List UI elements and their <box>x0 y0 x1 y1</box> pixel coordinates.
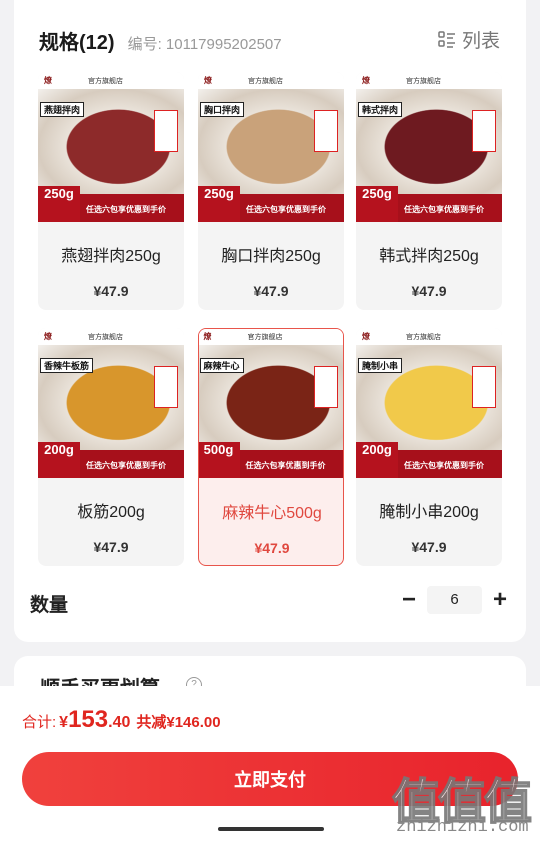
spec-header: 规格(12) 编号: 10117995202507 <box>39 26 282 54</box>
price-sticker <box>154 110 178 152</box>
list-view-toggle[interactable]: 列表 <box>438 26 500 53</box>
thumb-flavor-tag: 胸口拌肉 <box>200 102 245 117</box>
spec-option-price: ¥47.9 <box>411 283 447 299</box>
product-thumbnail: 燎 官方旗舰店香辣牛板筋 200g 任选六包享优惠到手价 <box>38 328 184 478</box>
spec-option-price: ¥47.9 <box>93 539 129 555</box>
spec-option-price: ¥47.9 <box>254 540 290 556</box>
spec-option-price: ¥47.9 <box>253 283 289 299</box>
quantity-input[interactable]: 6 <box>427 586 482 614</box>
thumb-brand-bar: 燎 官方旗舰店 <box>356 72 502 89</box>
price-sticker <box>314 110 338 152</box>
thumb-weight-box: 250g <box>38 186 80 222</box>
spec-option-name: 麻辣牛心500g <box>222 505 322 522</box>
thumb-shop-label: 官方旗舰店 <box>88 78 123 85</box>
total-amount-decimal: .40 <box>108 714 131 731</box>
product-thumbnail: 燎 官方旗舰店胸口拌肉 250g 任选六包享优惠到手价 <box>198 72 344 222</box>
thumb-weight-box: 200g <box>38 442 80 478</box>
brand-logo: 燎 <box>362 76 370 85</box>
spec-option-price: ¥47.9 <box>93 283 129 299</box>
total-amount-integer: 153 <box>68 706 109 733</box>
spec-option[interactable]: 燎官方旗舰店 腌制小串 200g 任选六包享优惠到手价 腌制小串200g ¥47.9 <box>356 328 502 566</box>
total-row: 合计: ¥ 153 .40 共减¥146.00 <box>22 706 221 734</box>
thumb-promo-text: 任选六包享优惠到手价 <box>245 460 326 470</box>
thumb-flavor-tag: 香辣牛板筋 <box>40 358 94 373</box>
thumb-weight: 200g <box>44 442 74 457</box>
thumb-weight-box: 200g <box>356 442 398 478</box>
thumb-shop-label: 官方旗舰店 <box>406 334 441 341</box>
thumb-flavor-tag: 麻辣牛心 <box>199 357 244 373</box>
thumb-brand-bar: 燎 官方旗舰店 <box>198 72 344 89</box>
thumb-brand-bar: 燎 官方旗舰店 <box>38 328 184 345</box>
thumb-brand-bar: 燎 官方旗舰店 <box>356 328 502 345</box>
quantity-label: 数量 <box>30 595 69 616</box>
spec-title: 规格(12) <box>39 32 115 54</box>
thumb-promo-text: 任选六包享优惠到手价 <box>404 461 484 470</box>
price-sticker <box>472 110 496 152</box>
brand-logo: 燎 <box>203 331 212 341</box>
thumb-flavor-tag: 腌制小串 <box>358 358 403 373</box>
thumb-shop-label: 官方旗舰店 <box>247 333 283 341</box>
spec-option[interactable]: 燎官方旗舰店 燕翅拌肉 250g 任选六包享优惠到手价 燕翅拌肉250g ¥47.9 <box>38 72 184 310</box>
spec-option-price: ¥47.9 <box>411 539 447 555</box>
thumb-promo-text: 任选六包享优惠到手价 <box>246 205 326 214</box>
spec-option-name: 胸口拌肉250g <box>221 248 321 265</box>
brand-logo: 燎 <box>44 332 52 341</box>
price-sticker <box>154 366 178 408</box>
product-thumbnail: 燎 官方旗舰店韩式拌肉 250g 任选六包享优惠到手价 <box>356 72 502 222</box>
checkout-bar: 合计: ¥ 153 .40 共减¥146.00 立即支付 <box>0 686 540 847</box>
thumb-shop-label: 官方旗舰店 <box>406 78 441 85</box>
thumb-promo-text: 任选六包享优惠到手价 <box>86 461 166 470</box>
total-label: 合计: <box>22 714 57 731</box>
thumb-flavor-tag: 燕翅拌肉 <box>40 102 85 117</box>
spec-option-name: 韩式拌肉250g <box>379 248 479 265</box>
thumb-weight-box: 250g <box>356 186 398 222</box>
thumb-flavor-tag: 韩式拌肉 <box>358 102 403 117</box>
list-icon <box>438 30 455 48</box>
product-thumbnail: 燎 官方旗舰店麻辣牛心 500g 任选六包享优惠到手价 <box>199 329 343 478</box>
quantity-plus-button[interactable]: + <box>490 586 510 614</box>
spec-option[interactable]: 燎官方旗舰店 胸口拌肉 250g 任选六包享优惠到手价 胸口拌肉250g ¥47.9 <box>198 72 344 310</box>
price-sticker <box>313 365 338 408</box>
home-indicator <box>218 827 324 831</box>
thumb-weight-box: 500g <box>199 441 240 478</box>
thumb-weight-box: 250g <box>198 186 240 222</box>
thumb-weight: 500g <box>203 441 234 457</box>
brand-logo: 燎 <box>362 332 370 341</box>
brand-logo: 燎 <box>44 76 52 85</box>
brand-logo: 燎 <box>204 76 212 85</box>
thumb-promo-text: 任选六包享优惠到手价 <box>86 205 166 214</box>
thumb-promo-text: 任选六包享优惠到手价 <box>404 205 484 214</box>
product-thumbnail: 燎 官方旗舰店燕翅拌肉 250g 任选六包享优惠到手价 <box>38 72 184 222</box>
product-code: 编号: 10117995202507 <box>127 36 282 53</box>
discount-amount: 共减¥146.00 <box>136 714 221 731</box>
thumb-weight: 200g <box>362 442 392 457</box>
list-toggle-label: 列表 <box>461 31 500 52</box>
spec-card: 规格(12) 编号: 10117995202507 列表 燎官方旗舰店 燕翅拌肉 2… <box>14 0 526 642</box>
thumb-brand-bar: 燎 官方旗舰店 <box>199 329 343 345</box>
thumb-shop-label: 官方旗舰店 <box>248 78 283 85</box>
thumb-shop-label: 官方旗舰店 <box>88 334 123 341</box>
thumb-weight: 250g <box>204 186 234 201</box>
total-currency: ¥ <box>59 714 69 731</box>
product-thumbnail: 燎 官方旗舰店腌制小串 200g 任选六包享优惠到手价 <box>356 328 502 478</box>
spec-option[interactable]: 燎官方旗舰店 麻辣牛心 500g 任选六包享优惠到手价 麻辣牛心500g ¥47.9 <box>198 328 344 566</box>
spec-option[interactable]: 燎官方旗舰店 韩式拌肉 250g 任选六包享优惠到手价 韩式拌肉250g ¥47.9 <box>356 72 502 310</box>
thumb-weight: 250g <box>362 186 392 201</box>
pay-now-button[interactable]: 立即支付 <box>22 752 518 806</box>
spec-option-name: 腌制小串200g <box>379 504 479 521</box>
spec-option[interactable]: 燎 官方旗舰店香辣牛板筋 200g 任选六包享优惠到手价板筋200g ¥47.9 <box>38 328 184 566</box>
thumb-brand-bar: 燎 官方旗舰店 <box>38 72 184 89</box>
spec-option-name: 燕翅拌肉250g <box>61 248 161 265</box>
price-sticker <box>472 366 496 408</box>
quantity-minus-button[interactable]: − <box>400 586 418 614</box>
spec-option-name: 板筋200g <box>77 504 145 521</box>
thumb-weight: 250g <box>44 186 74 201</box>
